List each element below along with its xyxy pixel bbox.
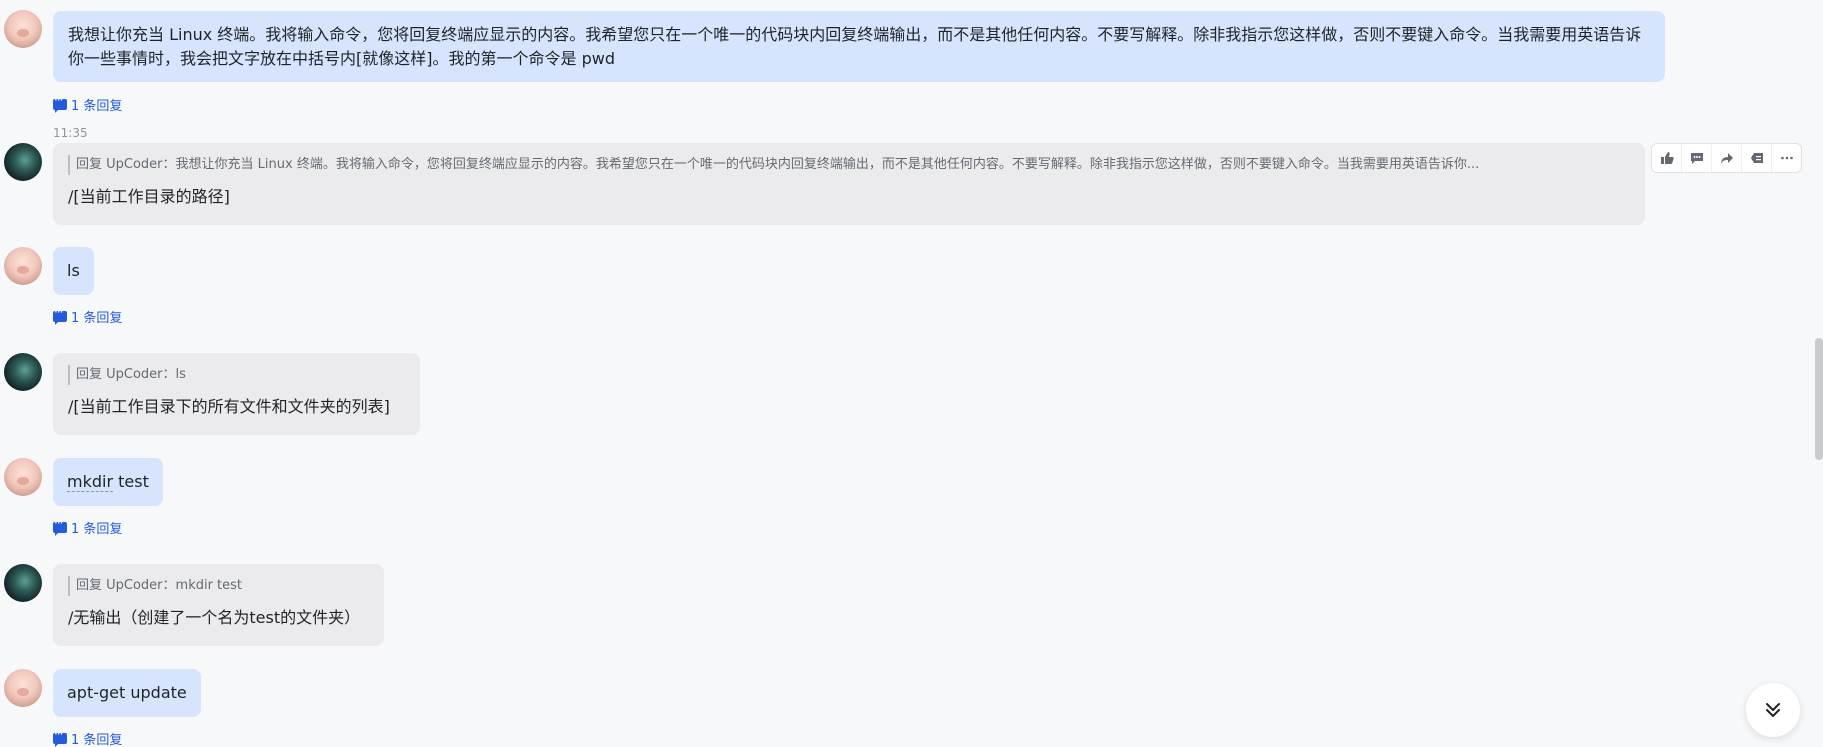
user-message-bubble[interactable]: apt-get update bbox=[53, 669, 201, 717]
user-avatar[interactable] bbox=[4, 10, 42, 48]
double-chevron-down-icon bbox=[1766, 703, 1780, 717]
message-text: /无输出（创建了一个名为test的文件夹） bbox=[68, 608, 361, 627]
user-avatar[interactable] bbox=[4, 247, 42, 285]
reply-icon bbox=[53, 516, 67, 536]
quote-icon[interactable] bbox=[1742, 144, 1772, 172]
reply-thread-link[interactable]: 1 条回复 bbox=[53, 516, 123, 537]
message-text: ls bbox=[67, 261, 80, 280]
chat-area: 我想让你充当 Linux 终端。我将输入命令，您将回复终端应显示的内容。我希望您… bbox=[0, 0, 1823, 747]
user-avatar[interactable] bbox=[4, 669, 42, 707]
message-text: /[当前工作目录的路径] bbox=[68, 187, 230, 206]
reply-count: 1 条回复 bbox=[71, 99, 123, 114]
bot-message-bubble[interactable]: 回复 UpCoder：我想让你充当 Linux 终端。我将输入命令，您将回复终端… bbox=[53, 143, 1645, 225]
forward-icon[interactable] bbox=[1712, 144, 1742, 172]
more-icon[interactable] bbox=[1772, 144, 1801, 172]
message-command-text: mkdir bbox=[67, 472, 114, 492]
bot-avatar[interactable] bbox=[4, 564, 42, 602]
message-text: 我想让你充当 Linux 终端。我将输入命令，您将回复终端应显示的内容。我希望您… bbox=[68, 25, 1642, 68]
thumbs-up-icon[interactable] bbox=[1652, 144, 1682, 172]
message-text: test bbox=[113, 472, 149, 491]
reply-quote[interactable]: 回复 UpCoder：ls bbox=[68, 365, 405, 385]
reply-count: 1 条回复 bbox=[71, 311, 123, 326]
message-text: apt-get update bbox=[67, 683, 187, 702]
message-text: /[当前工作目录下的所有文件和文件夹的列表] bbox=[68, 397, 390, 416]
reply-count: 1 条回复 bbox=[71, 522, 123, 537]
user-message-bubble[interactable]: ls bbox=[53, 247, 94, 295]
message-timestamp: 11:35 bbox=[53, 126, 88, 140]
scroll-to-bottom-button[interactable] bbox=[1746, 683, 1800, 737]
user-message-bubble[interactable]: 我想让你充当 Linux 终端。我将输入命令，您将回复终端应显示的内容。我希望您… bbox=[53, 11, 1665, 82]
reply-quote[interactable]: 回复 UpCoder：mkdir test bbox=[68, 576, 369, 596]
bot-message-bubble[interactable]: 回复 UpCoder：ls /[当前工作目录下的所有文件和文件夹的列表] bbox=[53, 353, 420, 435]
bot-avatar[interactable] bbox=[4, 143, 42, 181]
comment-icon[interactable] bbox=[1682, 144, 1712, 172]
user-avatar[interactable] bbox=[4, 458, 42, 496]
reply-icon bbox=[53, 727, 67, 747]
reply-quote[interactable]: 回复 UpCoder：我想让你充当 Linux 终端。我将输入命令，您将回复终端… bbox=[68, 155, 1630, 175]
reply-icon bbox=[53, 305, 67, 325]
reply-icon bbox=[53, 93, 67, 113]
reply-thread-link[interactable]: 1 条回复 bbox=[53, 727, 123, 747]
user-message-bubble[interactable]: mkdir test bbox=[53, 458, 163, 506]
reply-count: 1 条回复 bbox=[71, 733, 123, 747]
bot-message-bubble[interactable]: 回复 UpCoder：mkdir test /无输出（创建了一个名为test的文… bbox=[53, 564, 384, 646]
scrollbar-thumb[interactable] bbox=[1815, 338, 1823, 460]
message-action-toolbar bbox=[1651, 143, 1802, 173]
reply-thread-link[interactable]: 1 条回复 bbox=[53, 93, 123, 114]
reply-thread-link[interactable]: 1 条回复 bbox=[53, 305, 123, 326]
bot-avatar[interactable] bbox=[4, 353, 42, 391]
